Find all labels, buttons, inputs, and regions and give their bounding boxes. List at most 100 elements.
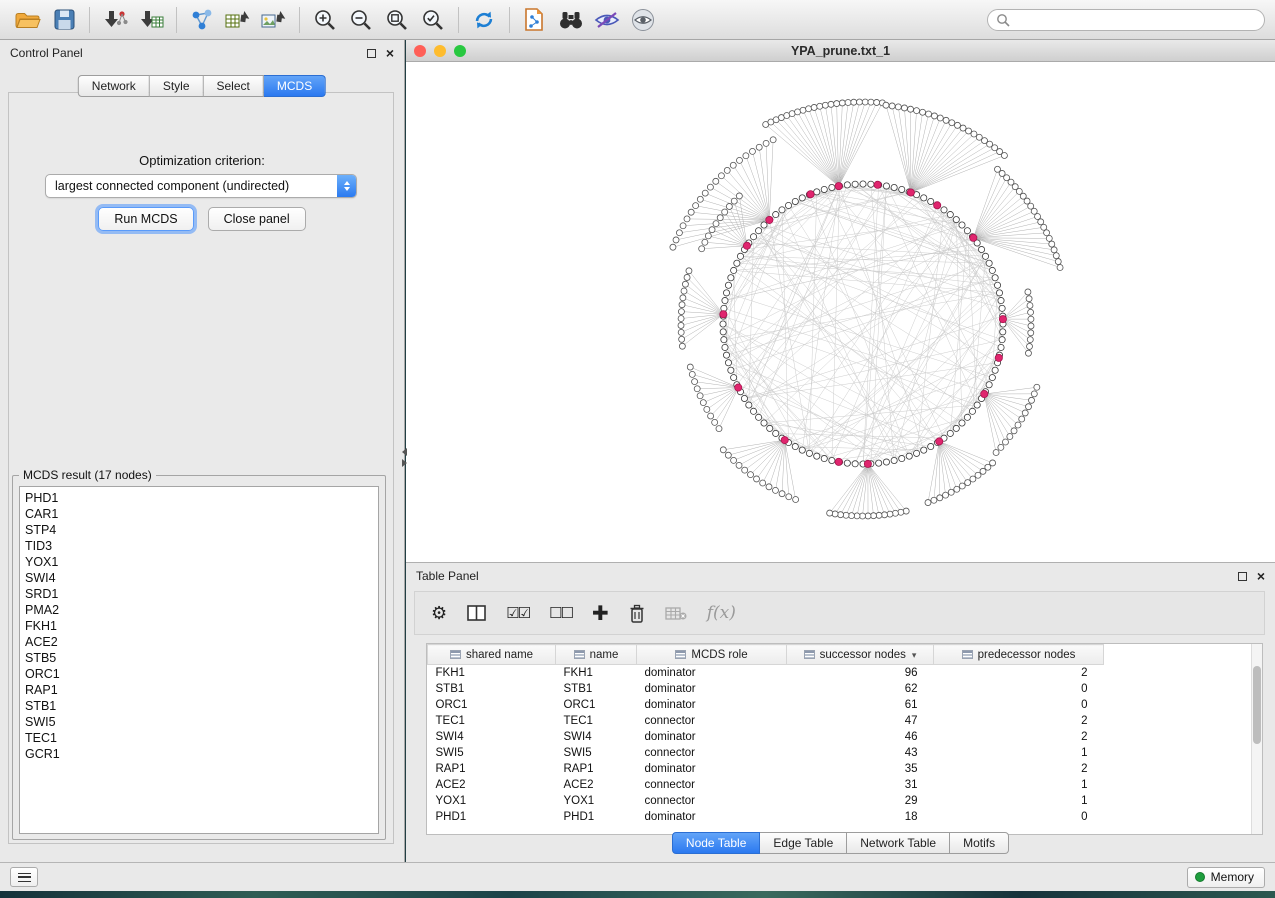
- table-row[interactable]: RAP1RAP1dominator352: [428, 761, 1254, 777]
- mcds-result-list[interactable]: PHD1CAR1STP4TID3YOX1SWI4SRD1PMA2FKH1ACE2…: [19, 486, 379, 834]
- export-image-button[interactable]: [256, 4, 292, 36]
- mcds-result-item[interactable]: SWI5: [25, 714, 378, 730]
- chevron-down-icon[interactable]: ▾: [912, 650, 917, 660]
- mcds-result-item[interactable]: STP4: [25, 522, 378, 538]
- table-row[interactable]: YOX1YOX1connector291: [428, 793, 1254, 809]
- run-mcds-button[interactable]: Run MCDS: [98, 207, 193, 231]
- search-input[interactable]: [1015, 13, 1256, 27]
- zoom-selected-button[interactable]: [415, 4, 451, 36]
- table-cell: 0: [934, 681, 1104, 697]
- global-search-field[interactable]: [987, 9, 1265, 31]
- mcds-result-item[interactable]: STB1: [25, 698, 378, 714]
- deselect-all-button[interactable]: ☐☐: [549, 604, 572, 622]
- column-header-predecessor-nodes[interactable]: predecessor nodes: [934, 645, 1104, 665]
- mcds-result-item[interactable]: PMA2: [25, 602, 378, 618]
- add-column-button[interactable]: ✚: [592, 601, 609, 626]
- mcds-result-item[interactable]: FKH1: [25, 618, 378, 634]
- mcds-result-item[interactable]: SWI4: [25, 570, 378, 586]
- mcds-result-item[interactable]: ORC1: [25, 666, 378, 682]
- memory-button[interactable]: Memory: [1187, 867, 1265, 888]
- float-panel-icon[interactable]: [367, 49, 376, 58]
- table-row[interactable]: SWI4SWI4dominator462: [428, 729, 1254, 745]
- mcds-result-item[interactable]: RAP1: [25, 682, 378, 698]
- tab-network-table[interactable]: Network Table: [847, 832, 950, 854]
- mcds-result-item[interactable]: GCR1: [25, 746, 378, 762]
- table-scrollbar[interactable]: [1251, 644, 1262, 834]
- network-canvas[interactable]: [406, 62, 1275, 562]
- tab-node-table[interactable]: Node Table: [672, 832, 761, 854]
- delete-column-button[interactable]: [629, 604, 645, 623]
- refresh-view-button[interactable]: [466, 4, 502, 36]
- select-all-button[interactable]: ☑☑: [506, 604, 529, 622]
- table-settings-button[interactable]: ⚙: [431, 603, 447, 624]
- mcds-result-item[interactable]: TEC1: [25, 730, 378, 746]
- tab-mcds[interactable]: MCDS: [264, 75, 326, 97]
- gear-icon: ⚙: [431, 603, 447, 624]
- zoom-fit-button[interactable]: [379, 4, 415, 36]
- table-row[interactable]: PHD1PHD1dominator180: [428, 809, 1254, 825]
- mcds-result-item[interactable]: SRD1: [25, 586, 378, 602]
- mcds-result-item[interactable]: PHD1: [25, 490, 378, 506]
- tab-select[interactable]: Select: [204, 75, 264, 97]
- mcds-result-item[interactable]: TID3: [25, 538, 378, 554]
- tab-network[interactable]: Network: [78, 75, 150, 97]
- function-builder-button[interactable]: f(x): [707, 603, 736, 623]
- network-window-titlebar[interactable]: YPA_prune.txt_1: [406, 40, 1275, 62]
- table-row[interactable]: TEC1TEC1connector472: [428, 713, 1254, 729]
- new-network-button[interactable]: [184, 4, 220, 36]
- table-cell: SWI4: [428, 729, 556, 745]
- table-cell: 1: [934, 777, 1104, 793]
- mcds-result-item[interactable]: YOX1: [25, 554, 378, 570]
- float-panel-icon[interactable]: [1238, 572, 1247, 581]
- memory-status-icon: [1195, 872, 1205, 882]
- close-panel-icon[interactable]: ×: [1257, 571, 1265, 581]
- node-table-container: shared name name MCDS role successor nod…: [426, 643, 1263, 835]
- zoom-out-icon: [349, 8, 373, 32]
- share-document-button[interactable]: [517, 4, 553, 36]
- show-details-button[interactable]: [625, 4, 661, 36]
- export-table-button[interactable]: [220, 4, 256, 36]
- table-row[interactable]: ACE2ACE2connector311: [428, 777, 1254, 793]
- close-window-icon[interactable]: [414, 45, 426, 57]
- trash-icon: [629, 604, 645, 623]
- column-header-mcds-role[interactable]: MCDS role: [637, 645, 787, 665]
- table-cell: dominator: [637, 809, 787, 825]
- zoom-in-button[interactable]: [307, 4, 343, 36]
- column-header-filler: [1104, 645, 1254, 665]
- select-stepper-icon: [337, 175, 356, 197]
- table-row[interactable]: SWI5SWI5connector431: [428, 745, 1254, 761]
- mcds-result-item[interactable]: STB5: [25, 650, 378, 666]
- save-session-button[interactable]: [46, 4, 82, 36]
- open-file-button[interactable]: [10, 4, 46, 36]
- menu-list-icon: [18, 873, 31, 882]
- mcds-result-item[interactable]: CAR1: [25, 506, 378, 522]
- tab-style[interactable]: Style: [150, 75, 204, 97]
- column-header-name[interactable]: name: [556, 645, 637, 665]
- table-mode-button[interactable]: [467, 605, 486, 621]
- node-table: shared name name MCDS role successor nod…: [427, 644, 1253, 825]
- scrollbar-thumb[interactable]: [1253, 666, 1261, 744]
- close-panel-icon[interactable]: ×: [386, 48, 394, 58]
- maximize-window-icon[interactable]: [454, 45, 466, 57]
- hide-details-button[interactable]: [589, 4, 625, 36]
- show-panel-menu-button[interactable]: [10, 867, 38, 887]
- search-network-button[interactable]: [553, 4, 589, 36]
- zoom-fit-icon: [385, 8, 409, 32]
- import-network-button[interactable]: [97, 4, 133, 36]
- column-header-successor-nodes[interactable]: successor nodes▾: [787, 645, 934, 665]
- table-row[interactable]: ORC1ORC1dominator610: [428, 697, 1254, 713]
- tab-edge-table[interactable]: Edge Table: [760, 832, 847, 854]
- minimize-window-icon[interactable]: [434, 45, 446, 57]
- table-cell: ORC1: [428, 697, 556, 713]
- zoom-out-button[interactable]: [343, 4, 379, 36]
- tab-motifs[interactable]: Motifs: [950, 832, 1009, 854]
- panel-splitter-handle[interactable]: [399, 448, 409, 470]
- column-header-shared-name[interactable]: shared name: [428, 645, 556, 665]
- import-table-button[interactable]: [133, 4, 169, 36]
- mcds-result-item[interactable]: ACE2: [25, 634, 378, 650]
- table-row[interactable]: STB1STB1dominator620: [428, 681, 1254, 697]
- table-row[interactable]: FKH1FKH1dominator962: [428, 665, 1254, 681]
- close-panel-button[interactable]: Close panel: [208, 207, 306, 231]
- delete-table-button[interactable]: [665, 606, 687, 621]
- optimization-criterion-select[interactable]: largest connected component (undirected): [45, 174, 357, 198]
